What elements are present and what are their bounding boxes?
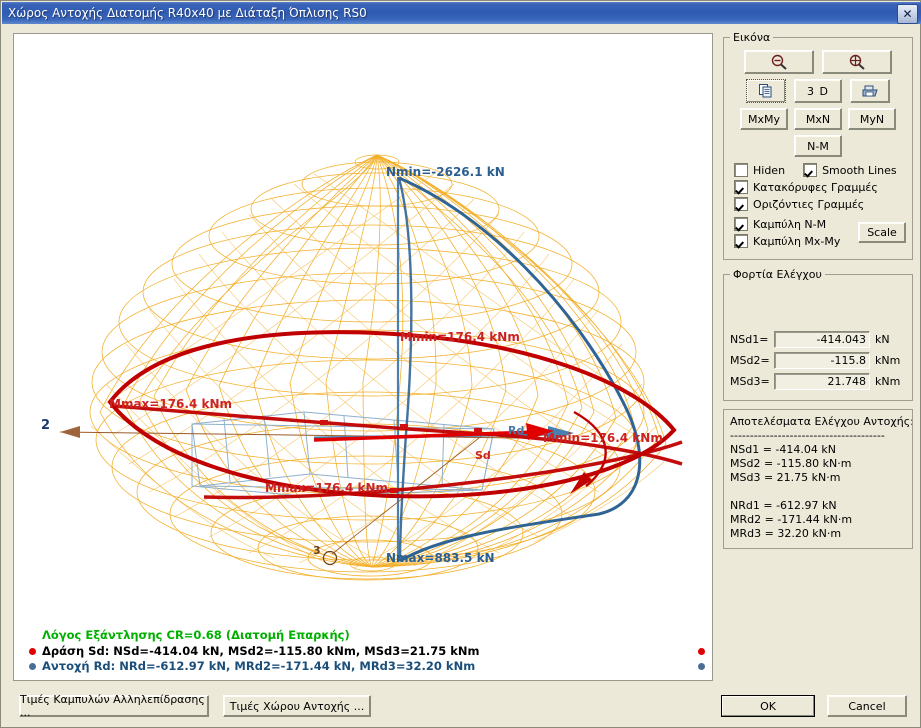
resistance-bullet-icon [29, 663, 36, 670]
results-textbox[interactable]: Αποτελέσματα Ελέγχου Αντοχής: ----------… [723, 409, 913, 549]
horizontal-lines-checkbox[interactable] [734, 197, 748, 211]
title-bar: Χώρος Αντοχής Διατομής R40x40 με Διάταξη… [2, 2, 921, 24]
interaction-curve-values-button[interactable]: Τιμές Καμπυλών Αλληλεπίδρασης ... [19, 693, 209, 719]
hiden-checkbox[interactable] [734, 163, 748, 177]
load-row-msd3: MSd3= kNm [730, 373, 906, 390]
plot-axis-label-2: 2 [41, 418, 51, 433]
plot-legend: Λόγος Εξάντλησης CR=0.68 (Διατομή Επαρκή… [28, 628, 706, 674]
msd3-label: MSd3= [730, 375, 770, 388]
smooth-lines-checkbox[interactable] [803, 163, 818, 177]
checkbox-row-horizontal: Οριζόντιες Γραμμές [734, 197, 906, 211]
scale-button[interactable]: Scale [858, 222, 906, 243]
loads-group-title: Φορτία Ελέγχου [733, 268, 822, 281]
action-label: Δράση Sd: NSd=-414.04 kN, MSd2=-115.80 k… [42, 644, 480, 658]
checkbox-row-vertical: Κατακόρυφες Γραμμές [734, 180, 906, 194]
cr-summary-line: Λόγος Εξάντλησης CR=0.68 (Διατομή Επαρκή… [42, 628, 350, 642]
msd3-unit: kNm [875, 375, 901, 388]
curve-mxmy-bullet-icon [698, 648, 705, 655]
window-title: Χώρος Αντοχής Διατομής R40x40 με Διάταξη… [8, 6, 367, 20]
zoom-out-icon [771, 54, 787, 70]
view-mxmy-button[interactable]: MxMy [740, 108, 788, 130]
print-button[interactable] [850, 79, 890, 103]
image-group: Εικόνα 3 D MxMy MxN MyN N-M Hiden Smooth… [723, 31, 913, 260]
plot-svg [59, 154, 683, 581]
plot-axis-label-3: 3 [313, 544, 321, 557]
nsd1-unit: kN [875, 333, 890, 346]
copy-button[interactable] [746, 79, 786, 103]
print-icon [862, 85, 878, 96]
ok-button[interactable]: OK [721, 695, 815, 717]
cancel-button[interactable]: Cancel [827, 695, 907, 717]
legend-row-resistance: Αντοχή Rd: NRd=-612.97 kN, MRd2=-171.44 … [28, 659, 706, 674]
vertical-lines-label: Κατακόρυφες Γραμμές [753, 180, 878, 194]
msd3-input[interactable] [774, 373, 870, 390]
close-icon[interactable]: ✕ [897, 4, 918, 24]
load-row-msd2: MSd2= kNm [730, 352, 906, 369]
copy-icon [759, 84, 772, 98]
checkbox-row-curve-nm: Καμπύλη N-M [734, 217, 858, 231]
msd2-unit: kNm [875, 354, 901, 367]
right-panel: Εικόνα 3 D MxMy MxN MyN N-M Hiden Smooth… [723, 31, 913, 549]
legend-row-action: Δράση Sd: NSd=-414.04 kN, MSd2=-115.80 k… [28, 644, 706, 659]
curve-nm-checkbox[interactable] [734, 217, 748, 231]
curve-mxmy-checkbox-label: Καμπύλη Mx-My [753, 234, 841, 248]
nsd1-label: NSd1= [730, 333, 769, 346]
smooth-lines-label: Smooth Lines [822, 163, 897, 177]
checkbox-row-curve-mxmy: Καμπύλη Mx-My [734, 234, 858, 248]
plot-label-nmax: Nmax=883.5 kN [386, 551, 495, 565]
plot-label-mmin-right: Mmin=176.4 kNm [543, 431, 663, 445]
plot-label-sd: Sd [475, 449, 491, 462]
zoom-fit-icon [849, 54, 865, 70]
resistance-space-values-button[interactable]: Τιμές Χώρου Αντοχής ... [223, 695, 371, 717]
msd2-input[interactable] [774, 352, 870, 369]
vertical-lines-checkbox[interactable] [734, 180, 748, 194]
interaction-surface-plot[interactable]: Nmin=-2626.1 kN Nmax=883.5 kN Mmax=176.4… [13, 33, 713, 681]
load-row-nsd1: NSd1= kN [730, 331, 906, 348]
checkbox-row-hiden-smooth: Hiden Smooth Lines [734, 163, 906, 177]
view-myn-button[interactable]: MyN [848, 108, 896, 130]
zoom-fit-button[interactable] [822, 50, 892, 74]
action-bullet-icon [29, 648, 36, 655]
horizontal-lines-label: Οριζόντιες Γραμμές [753, 197, 865, 211]
curve-mxmy-checkbox[interactable] [734, 234, 748, 248]
plot-label-mmax-left: Mmax=176.4 kNm [109, 397, 232, 411]
view-3d-button[interactable]: 3 D [794, 79, 842, 103]
plot-label-mmax-bottom: Mmax=176.4 kNm [265, 481, 388, 495]
loads-group: Φορτία Ελέγχου NSd1= kN MSd2= kNm MSd3= … [723, 268, 913, 401]
dialog-window: Χώρος Αντοχής Διατομής R40x40 με Διάταξη… [0, 0, 921, 728]
view-mxn-button[interactable]: MxN [794, 108, 842, 130]
plot-label-rd: Rd [508, 424, 525, 437]
plot-label-mmin-top: Mmin=176.4 kNm [400, 330, 520, 344]
zoom-out-button[interactable] [744, 50, 814, 74]
msd2-label: MSd2= [730, 354, 770, 367]
hiden-label: Hiden [753, 163, 786, 177]
image-group-title: Εικόνα [733, 31, 771, 44]
resistance-label: Αντοχή Rd: NRd=-612.97 kN, MRd2=-171.44 … [42, 659, 476, 673]
bottom-bar: Τιμές Καμπυλών Αλληλεπίδρασης ... Τιμές … [1, 687, 920, 727]
view-nm-button[interactable]: N-M [794, 135, 842, 157]
curve-nm-checkbox-label: Καμπύλη N-M [753, 217, 827, 231]
plot-label-nmin: Nmin=-2626.1 kN [386, 165, 505, 179]
nsd1-input[interactable] [774, 331, 870, 348]
curve-nm-bullet-icon [698, 663, 705, 670]
